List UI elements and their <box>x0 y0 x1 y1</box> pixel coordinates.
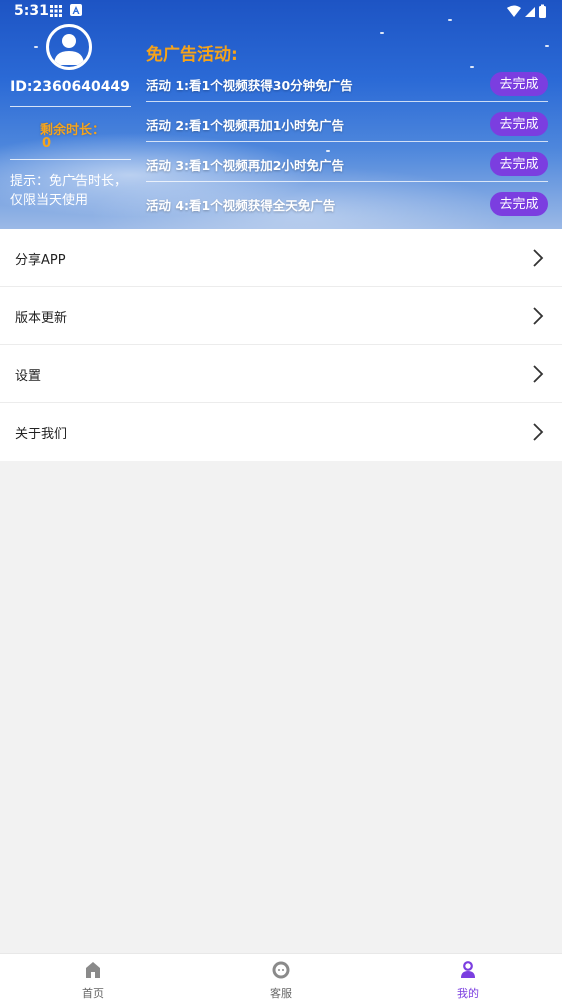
nav-label: 我的 <box>457 987 479 999</box>
status-time: 5:31 <box>14 3 49 19</box>
activity-row: 活动 4:看1个视频获得全天免广告 去完成 <box>146 182 548 222</box>
user-id: ID:2360640449 <box>10 79 130 95</box>
tip-text: 提示：免广告时长，仅限当天使用 <box>10 174 128 208</box>
home-icon <box>86 962 100 978</box>
menu-item-share-app[interactable]: 分享APP <box>0 229 562 287</box>
avatar[interactable] <box>46 24 92 70</box>
activity-text: 活动 1:看1个视频获得30分钟免广告 <box>146 78 353 93</box>
activity-row: 活动 2:看1个视频再加1小时免广告 去完成 <box>146 102 548 142</box>
user-avatar-icon <box>54 34 84 65</box>
activity-text: 活动 4:看1个视频获得全天免广告 <box>146 198 336 213</box>
nav-label: 首页 <box>82 987 104 999</box>
sparkle-decoration <box>380 32 384 34</box>
complete-activity-button[interactable]: 去完成 <box>490 72 548 96</box>
chevron-right-icon <box>533 423 544 441</box>
complete-activity-button[interactable]: 去完成 <box>490 152 548 176</box>
menu-item-label: 版本更新 <box>15 311 68 326</box>
nav-item-home[interactable]: 首页 <box>33 954 153 999</box>
chevron-right-icon <box>533 307 544 325</box>
customer-service-icon <box>272 961 290 979</box>
menu-item-label: 设置 <box>15 369 42 384</box>
nav-label: 客服 <box>270 987 292 999</box>
divider <box>10 106 131 107</box>
divider <box>10 159 131 160</box>
app-grid-icon <box>50 5 62 17</box>
status-bar: 5:31 <box>0 0 562 24</box>
complete-activity-button[interactable]: 去完成 <box>490 112 548 136</box>
bottom-nav: 首页 客服 我的 <box>0 953 562 999</box>
menu-item-about-us[interactable]: 关于我们 <box>0 403 562 461</box>
menu-item-settings[interactable]: 设置 <box>0 345 562 403</box>
nav-item-profile[interactable]: 我的 <box>408 954 528 999</box>
sparkle-decoration <box>34 46 38 48</box>
activity-row: 活动 3:看1个视频再加2小时免广告 去完成 <box>146 142 548 182</box>
nav-item-customer-service[interactable]: 客服 <box>221 954 341 999</box>
activity-text: 活动 2:看1个视频再加1小时免广告 <box>146 118 344 133</box>
remaining-time-value: 0 <box>42 136 52 151</box>
profile-icon <box>461 961 475 978</box>
complete-activity-button[interactable]: 去完成 <box>490 192 548 216</box>
chevron-right-icon <box>533 365 544 383</box>
activity-row: 活动 1:看1个视频获得30分钟免广告 去完成 <box>146 62 548 102</box>
settings-menu: 分享APP 版本更新 设置 关于我们 <box>0 229 562 461</box>
signal-battery-icon <box>507 4 546 18</box>
activity-text: 活动 3:看1个视频再加2小时免广告 <box>146 158 344 173</box>
menu-item-version-update[interactable]: 版本更新 <box>0 287 562 345</box>
screen: 5:31 ID:2360640449 剩余时长： 0 提示：免广告时长，仅限当天… <box>0 0 562 999</box>
notification-a-icon <box>70 4 82 16</box>
profile-header: 5:31 ID:2360640449 剩余时长： 0 提示：免广告时长，仅限当天… <box>0 0 562 229</box>
sparkle-decoration <box>545 45 549 47</box>
menu-item-label: 分享APP <box>15 253 66 268</box>
menu-item-label: 关于我们 <box>15 427 68 442</box>
chevron-right-icon <box>533 249 544 267</box>
